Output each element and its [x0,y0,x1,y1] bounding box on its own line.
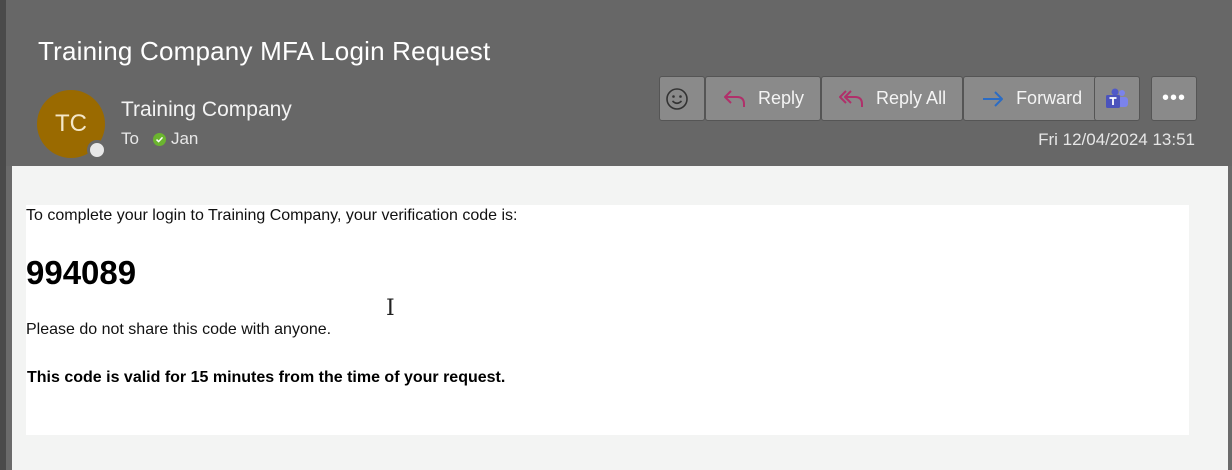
reply-all-icon [839,89,864,107]
recipient-presence-icon [152,132,166,146]
emoji-reaction-button[interactable] [659,76,705,121]
reply-all-button[interactable]: Reply All [821,76,964,121]
email-message: To complete your login to Training Compa… [26,205,1189,435]
to-label: To [121,129,139,148]
reply-icon [724,89,745,107]
sender-initials: TC [55,110,87,137]
email-body-area: To complete your login to Training Compa… [12,166,1228,470]
warning-text: Please do not share this code with anyon… [26,321,332,338]
email-subject: Training Company MFA Login Request [38,36,491,66]
forward-button[interactable]: Forward [963,76,1100,121]
email-reading-pane: Training Company MFA Login Request TC Tr… [0,0,1232,470]
verification-code: 994089 [26,254,137,291]
email-header: Training Company MFA Login Request TC Tr… [6,0,1232,166]
recipient-name[interactable]: Jan [171,129,198,149]
teams-icon [1106,88,1128,108]
sender-name[interactable]: Training Company [121,98,292,122]
teams-button[interactable] [1094,76,1140,121]
email-action-toolbar: Reply Reply All Forward [659,76,1100,121]
forward-arrow-icon [983,90,1004,107]
reply-label: Reply [758,88,805,108]
presence-status-icon [87,140,107,160]
reply-all-label: Reply All [876,88,947,108]
forward-label: Forward [1016,88,1083,108]
validity-text: This code is valid for 15 minutes from t… [27,369,506,386]
email-date: Fri 12/04/2024 13:51 [1038,130,1195,149]
intro-text: To complete your login to Training Compa… [26,207,518,224]
more-actions-button[interactable]: ••• [1151,76,1197,121]
smiley-icon [666,87,688,110]
recipient-row: To Jan [121,129,198,149]
text-cursor-icon: I [386,296,395,321]
window-edge-right [1228,166,1232,470]
reply-button[interactable]: Reply [705,76,822,121]
